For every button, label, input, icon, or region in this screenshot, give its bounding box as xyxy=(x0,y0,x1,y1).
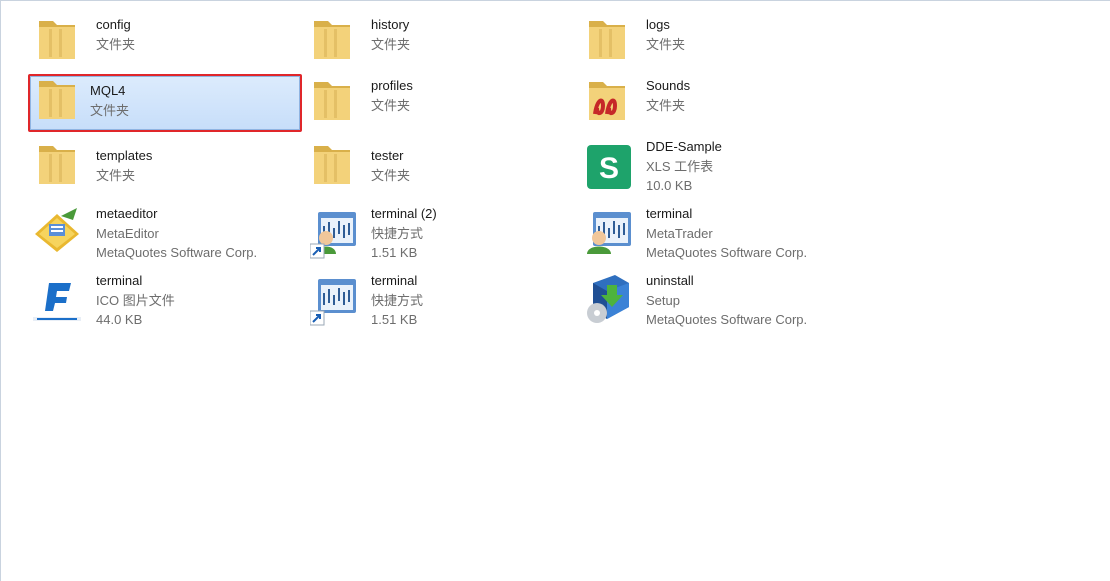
file-item-templates[interactable]: templates 文件夹 xyxy=(35,140,303,200)
file-name: Sounds xyxy=(646,78,691,93)
folder-icon xyxy=(585,15,633,63)
terminal-shortcut-icon xyxy=(309,208,358,259)
file-name: tester xyxy=(371,148,404,163)
folder-icon xyxy=(310,140,358,188)
file-item-mql4[interactable]: MQL4 文件夹 xyxy=(30,76,300,130)
file-item-tester[interactable]: tester 文件夹 xyxy=(310,140,578,200)
file-item-dde-sample[interactable]: S DDE-Sample XLS 工作表 10.0 KB xyxy=(585,137,853,197)
file-type: 文件夹 xyxy=(96,36,136,52)
file-item-terminal-ico[interactable]: terminal ICO 图片文件 44.0 KB xyxy=(33,271,303,331)
file-name: uninstall xyxy=(646,273,694,288)
file-size: 10.0 KB xyxy=(646,178,693,193)
file-item-profiles[interactable]: profiles 文件夹 xyxy=(310,76,578,136)
file-name: templates xyxy=(96,148,153,163)
file-name: DDE-Sample xyxy=(646,139,722,154)
ico-image-icon xyxy=(31,271,81,321)
terminal-shortcut-icon xyxy=(309,275,358,326)
file-item-terminal-2[interactable]: terminal (2) 快捷方式 1.51 KB xyxy=(309,204,578,264)
file-list-pane[interactable]: config 文件夹 history 文件夹 logs 文件夹 MQL4 文件夹… xyxy=(0,0,1110,581)
file-item-sounds[interactable]: Sounds 文件夹 xyxy=(585,76,853,136)
spreadsheet-icon: S xyxy=(585,143,633,191)
metaeditor-icon xyxy=(31,206,79,254)
file-type: XLS 工作表 xyxy=(646,158,714,174)
file-item-metaeditor[interactable]: metaeditor MetaEditor MetaQuotes Softwar… xyxy=(35,204,303,264)
file-name: history xyxy=(371,17,410,32)
file-name: metaeditor xyxy=(96,206,158,221)
file-name: logs xyxy=(646,17,670,32)
file-name: MQL4 xyxy=(90,83,126,98)
terminal-app-icon xyxy=(585,208,633,256)
file-type: 文件夹 xyxy=(646,36,686,52)
file-item-logs[interactable]: logs 文件夹 xyxy=(585,15,853,75)
file-type: MetaTrader xyxy=(646,225,713,241)
file-size: 1.51 KB xyxy=(371,245,418,260)
file-company: MetaQuotes Software Corp. xyxy=(96,245,258,260)
file-item-history[interactable]: history 文件夹 xyxy=(310,15,578,75)
uninstall-icon xyxy=(585,273,633,323)
file-item-terminal-app[interactable]: terminal MetaTrader MetaQuotes Software … xyxy=(585,204,853,264)
file-type: 快捷方式 xyxy=(371,292,424,308)
file-company: MetaQuotes Software Corp. xyxy=(646,312,808,327)
file-name: terminal xyxy=(646,206,693,221)
file-type: 文件夹 xyxy=(646,97,686,113)
file-type: 文件夹 xyxy=(371,167,411,183)
file-size: 44.0 KB xyxy=(96,312,143,327)
file-company: MetaQuotes Software Corp. xyxy=(646,245,808,260)
file-type: ICO 图片文件 xyxy=(96,292,175,308)
file-name: config xyxy=(96,17,131,32)
folder-icon xyxy=(35,140,83,188)
file-item-uninstall[interactable]: uninstall Setup MetaQuotes Software Corp… xyxy=(585,271,853,331)
file-type: 文件夹 xyxy=(371,97,411,113)
file-item-terminal-shortcut[interactable]: terminal 快捷方式 1.51 KB xyxy=(309,271,578,331)
file-type: 文件夹 xyxy=(90,102,130,118)
file-name: terminal xyxy=(371,273,418,288)
folder-icon xyxy=(35,75,83,123)
folder-icon xyxy=(35,15,83,63)
file-size: 1.51 KB xyxy=(371,312,418,327)
folder-icon xyxy=(310,76,358,124)
file-type: MetaEditor xyxy=(96,225,159,241)
file-name: terminal xyxy=(96,273,143,288)
spreadsheet-icon-letter: S xyxy=(599,152,619,185)
file-type: Setup xyxy=(646,292,680,308)
folder-icon xyxy=(310,15,358,63)
file-name: profiles xyxy=(371,78,413,93)
sounds-folder-icon xyxy=(585,76,633,124)
file-item-config[interactable]: config 文件夹 xyxy=(35,15,303,75)
file-type: 文件夹 xyxy=(371,36,411,52)
file-type: 快捷方式 xyxy=(371,225,424,241)
file-type: 文件夹 xyxy=(96,167,136,183)
file-name: terminal (2) xyxy=(371,206,437,221)
